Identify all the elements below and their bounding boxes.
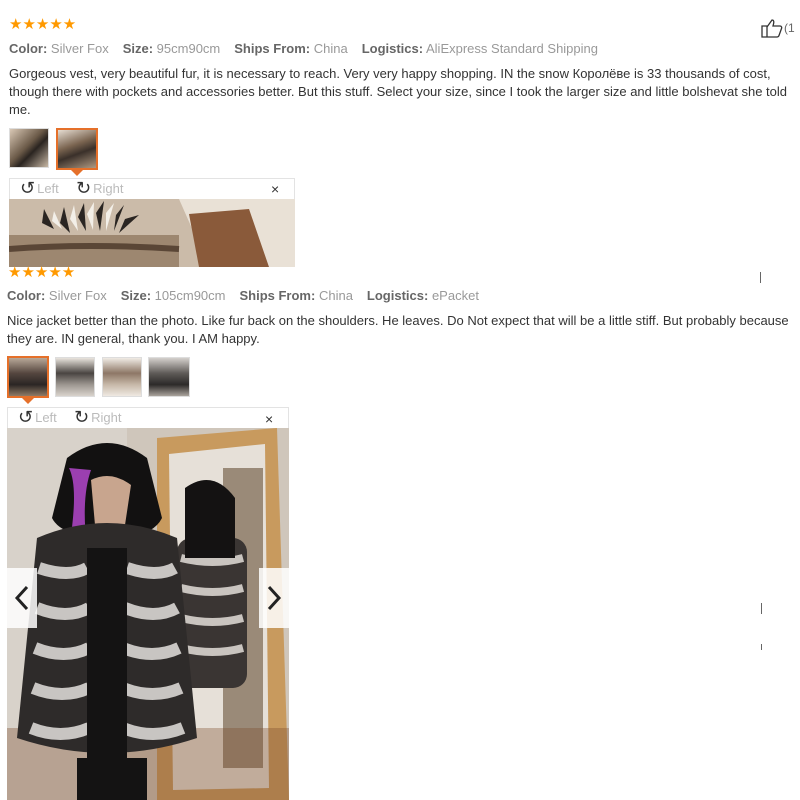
side-marker <box>761 603 762 614</box>
meta-color: Color: Silver Fox <box>9 41 109 56</box>
meta-logistics: Logistics: ePacket <box>366 288 479 303</box>
thumbs-up-icon <box>761 19 783 38</box>
review-2-thumbnail[interactable] <box>55 357 95 397</box>
meta-logistics: Logistics: AliExpress Standard Shipping <box>361 41 598 56</box>
rotate-left-icon: ↺ <box>20 178 36 198</box>
meta-ships-from: Ships From: China <box>234 41 348 56</box>
review-2-text: Nice jacket better than the photo. Like … <box>7 313 789 346</box>
rotate-left-icon: ↺ <box>18 407 34 427</box>
rotate-right-button[interactable]: ↻ Right <box>74 408 121 426</box>
review-1-text: Gorgeous vest, very beautiful fur, it is… <box>9 66 788 117</box>
prev-image-button[interactable] <box>7 568 37 628</box>
review-1-thumbnail[interactable] <box>56 128 98 170</box>
selected-thumbnail-caret <box>22 398 34 404</box>
rotate-left-button[interactable]: ↺ Left <box>18 408 57 426</box>
selected-thumbnail-caret <box>71 170 83 176</box>
meta-color: Color: Silver Fox <box>7 288 107 303</box>
meta-size: Size: 105cm90cm <box>120 288 226 303</box>
review-2-meta: Color: Silver Fox Size: 105cm90cm Ships Fr… <box>7 288 493 303</box>
next-image-button[interactable] <box>259 568 289 628</box>
review-1-thumbnail[interactable] <box>9 128 49 168</box>
rotate-right-icon: ↻ <box>76 178 92 198</box>
review-2-photo <box>7 428 289 800</box>
rotate-left-button[interactable]: ↺ Left <box>20 179 59 197</box>
rotate-right-button[interactable]: ↻ Right <box>76 179 123 197</box>
review-2-rating-stars: ★★★★★ <box>8 264 76 281</box>
review-2-thumbnail[interactable] <box>148 357 190 397</box>
review-2-thumbnail[interactable] <box>102 357 142 397</box>
like-button[interactable]: (1 <box>760 18 795 38</box>
rotate-right-icon: ↻ <box>74 407 90 427</box>
like-count: (1 <box>784 21 795 35</box>
review-1-rating-stars: ★★★★★ <box>9 16 77 33</box>
close-viewer-button[interactable]: × <box>265 411 273 427</box>
meta-size: Size: 95cm90cm <box>122 41 221 56</box>
review-1-meta: Color: Silver Fox Size: 95cm90cm Ships Fro… <box>9 41 612 56</box>
close-viewer-button[interactable]: × <box>271 181 279 197</box>
chevron-right-icon <box>267 585 282 611</box>
chevron-left-icon <box>14 585 29 611</box>
review-2-thumbnail[interactable] <box>7 356 49 398</box>
review-1-viewer-toolbar: ↺ Left ↻ Right × <box>9 178 295 199</box>
side-marker <box>761 644 762 650</box>
side-marker <box>760 272 761 283</box>
review-1-photo <box>9 199 295 267</box>
meta-ships-from: Ships From: China <box>239 288 353 303</box>
review-2-viewer-toolbar: ↺ Left ↻ Right × <box>7 407 289 428</box>
